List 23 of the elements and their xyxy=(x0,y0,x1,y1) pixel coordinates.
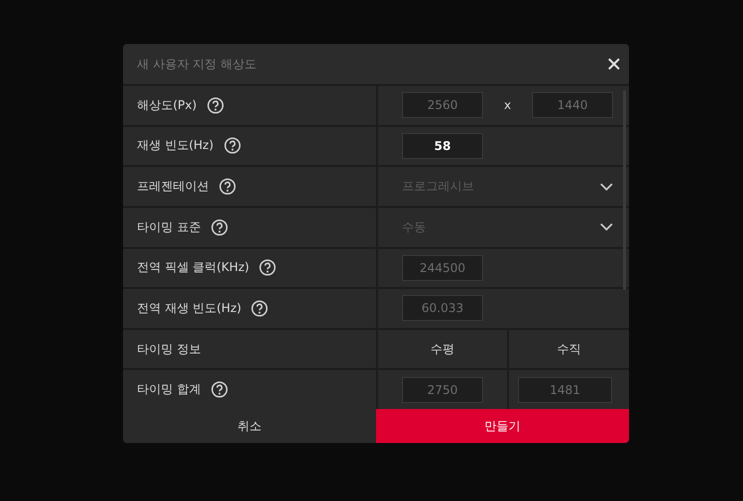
column-header: 수평 xyxy=(430,340,454,358)
close-icon[interactable] xyxy=(608,58,620,70)
chevron-down-icon xyxy=(600,182,613,191)
help-icon[interactable] xyxy=(206,96,224,114)
field-label: 타이밍 표준 xyxy=(137,218,201,236)
help-icon[interactable] xyxy=(210,381,228,398)
help-icon[interactable] xyxy=(251,300,268,317)
times-sign: x xyxy=(502,98,512,112)
field-label: 해상도(Px) xyxy=(137,96,197,114)
field-label: 전역 픽셀 클럭(KHz) xyxy=(137,259,250,276)
column-header: 수직 xyxy=(557,340,581,358)
help-icon[interactable] xyxy=(259,259,276,276)
field-label: 프레젠테이션 xyxy=(137,178,209,196)
cancel-button[interactable]: 취소 xyxy=(123,409,376,443)
field-label: 타이밍 정보 xyxy=(137,340,201,358)
field-label: 재생 빈도(Hz) xyxy=(137,137,214,154)
create-button[interactable]: 만들기 xyxy=(376,409,629,443)
chevron-down-icon xyxy=(600,223,613,232)
input-field[interactable]: 58 xyxy=(402,132,483,159)
field-label: 전역 재생 빈도(Hz) xyxy=(137,300,242,317)
dialog-title: 새 사용자 지정 해상도 xyxy=(137,56,256,72)
field-label: 타이밍 합계 xyxy=(137,381,201,398)
help-icon[interactable] xyxy=(224,137,240,154)
